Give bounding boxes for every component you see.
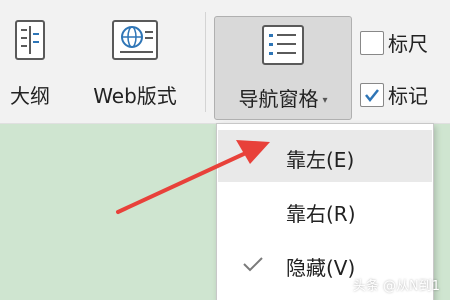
ruler-checkbox-row[interactable]: 标尺 [360,28,428,57]
web-layout-icon [112,20,158,64]
navigation-pane-label: 导航窗格 ▾ [238,87,328,111]
menu-item-label: 靠左(E) [286,148,355,172]
ruler-label: 标尺 [388,32,428,56]
menu-item-right[interactable]: 靠右(R) [218,184,432,236]
checkmark-icon [365,88,379,102]
outline-icon [15,20,45,64]
navigation-pane-dropdown-menu: 靠左(E) 靠右(R) 隐藏(V) [216,123,434,300]
menu-item-left[interactable]: 靠左(E) [218,130,432,182]
navigation-pane-icon [262,25,304,69]
checkmark-icon [242,254,264,278]
menu-item-label: 靠右(R) [286,202,356,226]
outline-view-button[interactable]: 大纲 [2,0,58,120]
web-layout-label: Web版式 [93,84,177,108]
dropdown-arrow-icon: ▾ [322,95,328,106]
mark-checkbox-row[interactable]: 标记 [360,80,428,109]
mark-label: 标记 [388,84,428,108]
web-layout-button[interactable]: Web版式 [76,0,194,120]
ruler-checkbox[interactable] [360,30,384,55]
ribbon-toolbar: 大纲 Web版式 导航窗格 ▾ 标尺 标记 [0,0,450,124]
watermark: 头条 @从N到1 [352,279,440,294]
outline-view-label: 大纲 [10,84,50,108]
ribbon-separator [205,12,206,112]
menu-item-label: 隐藏(V) [286,256,356,280]
mark-checkbox[interactable] [360,82,384,107]
navigation-pane-button[interactable]: 导航窗格 ▾ [214,16,352,120]
